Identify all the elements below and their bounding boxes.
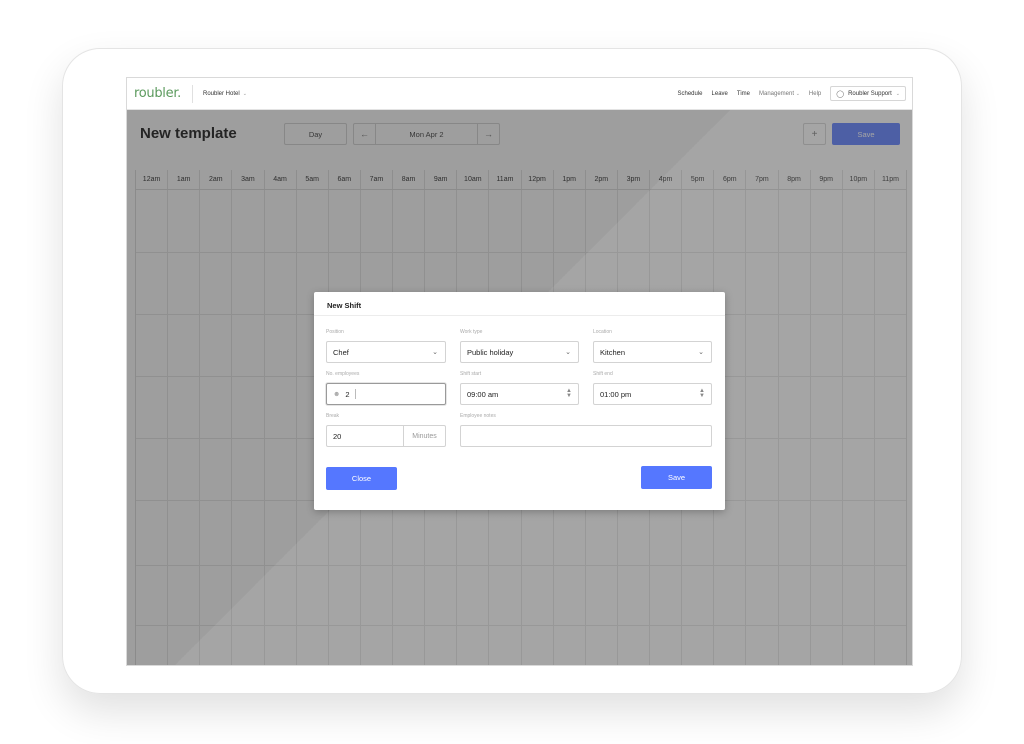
location-select[interactable]: Kitchen ⌄ — [593, 341, 712, 363]
chevron-down-icon: ⌄ — [432, 349, 438, 356]
top-nav: roubler. Roubler Hotel ⌄ Schedule Leave … — [127, 78, 912, 110]
nav-leave[interactable]: Leave — [712, 91, 728, 97]
work-type-value: Public holiday — [467, 347, 514, 357]
break-input[interactable]: 20 Minutes — [326, 425, 446, 447]
shift-start-input[interactable]: 09:00 am ▲ ▼ — [460, 383, 579, 405]
shift-end-input[interactable]: 01:00 pm ▲ ▼ — [593, 383, 712, 405]
person-icon: ☻ — [333, 390, 341, 398]
stepper-icon[interactable]: ▲ ▼ — [699, 388, 705, 399]
hotel-selector[interactable]: Roubler Hotel ⌄ — [203, 91, 247, 97]
dialog-divider — [314, 315, 725, 316]
employees-input[interactable]: ☻ 2 — [326, 383, 446, 405]
nav-management[interactable]: Management ⌄ — [759, 91, 800, 97]
nav-divider — [192, 84, 193, 103]
nav-schedule[interactable]: Schedule — [677, 91, 702, 97]
shift-end-label: Shift end — [593, 371, 613, 377]
break-unit: Minutes — [403, 426, 445, 446]
stepper-icon[interactable]: ▲ ▼ — [566, 388, 572, 399]
notes-label: Employee notes — [460, 413, 496, 419]
user-name: Roubler Support — [848, 90, 892, 97]
logo[interactable]: roubler. — [134, 86, 181, 101]
employees-label: No. employees — [326, 371, 360, 377]
text-cursor — [354, 389, 356, 399]
dialog-title: New Shift — [327, 301, 362, 310]
nav-links: Schedule Leave Time Management ⌄ Help ◯ … — [677, 86, 906, 101]
chevron-down-icon: ⌄ — [242, 90, 247, 97]
app-screen: roubler. Roubler Hotel ⌄ Schedule Leave … — [126, 77, 913, 666]
chevron-down-icon: ⌄ — [565, 349, 571, 356]
chevron-down-icon: ⌄ — [895, 90, 900, 97]
position-label: Position — [326, 329, 344, 335]
break-label: Break — [326, 413, 340, 419]
position-select[interactable]: Chef ⌄ — [326, 341, 446, 363]
shift-end-value: 01:00 pm — [600, 389, 632, 399]
position-value: Chef — [333, 347, 349, 357]
close-button[interactable]: Close — [326, 467, 397, 490]
employee-notes-input[interactable] — [460, 425, 712, 447]
nav-time[interactable]: Time — [737, 91, 750, 97]
employees-value: 2 — [345, 389, 350, 399]
user-menu[interactable]: ◯ Roubler Support ⌄ — [830, 86, 906, 101]
shift-start-value: 09:00 am — [467, 389, 499, 399]
hotel-label: Roubler Hotel — [203, 90, 240, 97]
save-shift-button[interactable]: Save — [641, 466, 712, 489]
nav-management-label: Management — [759, 90, 795, 97]
chevron-down-icon: ⌄ — [698, 349, 704, 356]
nav-help[interactable]: Help — [809, 91, 821, 97]
work-type-select[interactable]: Public holiday ⌄ — [460, 341, 579, 363]
chevron-down-icon: ⌄ — [795, 90, 800, 97]
break-value: 20 — [333, 431, 342, 441]
shift-start-label: Shift start — [460, 371, 482, 377]
work-type-label: Work type — [460, 329, 483, 335]
user-icon: ◯ — [836, 90, 845, 98]
location-value: Kitchen — [600, 347, 626, 357]
new-shift-dialog: New Shift Position Chef ⌄ Work type Publ… — [314, 292, 725, 510]
location-label: Location — [593, 329, 612, 335]
